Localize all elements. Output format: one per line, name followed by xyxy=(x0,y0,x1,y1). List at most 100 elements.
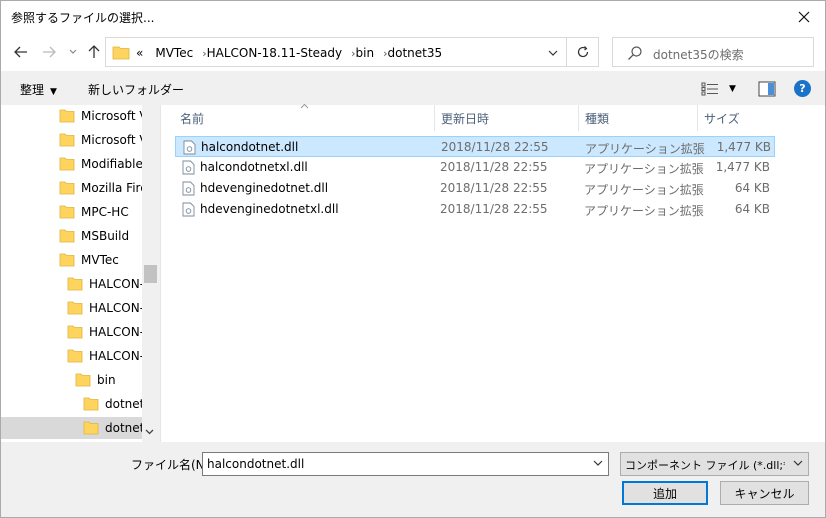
folder-icon xyxy=(83,421,99,435)
tree-item[interactable]: HALCON- xyxy=(67,273,142,295)
file-dialog: 参照するファイルの選択... « MVTec › HALCON-18.11-St… xyxy=(0,0,826,518)
column-header-date[interactable]: 更新日時 xyxy=(441,105,489,131)
filetype-value: コンポーネント ファイル (*.dll;*.tlb;*. xyxy=(625,459,785,472)
up-button[interactable] xyxy=(84,42,104,62)
tree-item-label: bin xyxy=(97,373,116,387)
chevron-down-icon xyxy=(793,458,803,469)
folder-icon xyxy=(83,397,99,411)
tree-item[interactable]: MSBuild xyxy=(59,225,142,247)
navigation-tree: Microsoft V Microsoft V ModifiableW Mozi… xyxy=(1,105,159,442)
tree-item[interactable]: HALCON- xyxy=(67,321,142,343)
folder-icon xyxy=(59,229,75,243)
back-button[interactable] xyxy=(11,42,31,62)
scroll-down-icon[interactable] xyxy=(145,428,154,438)
chevron-down-icon xyxy=(548,50,558,56)
tree-scrollbar[interactable] xyxy=(142,105,159,442)
search-placeholder: dotnet35の検索 xyxy=(653,48,744,62)
breadcrumb-overflow[interactable]: « xyxy=(136,46,143,60)
column-header-type[interactable]: 種類 xyxy=(585,105,609,131)
folder-icon xyxy=(59,157,75,171)
column-header-label: 名前 xyxy=(180,111,205,126)
title-bar: 参照するファイルの選択... xyxy=(1,1,825,33)
address-bar[interactable]: « MVTec › HALCON-18.11-Steady › bin › do… xyxy=(105,37,567,67)
add-button[interactable]: 追加 xyxy=(622,481,708,505)
folder-icon xyxy=(59,109,75,123)
tree-item[interactable]: HALCON- xyxy=(67,345,142,367)
folder-icon xyxy=(59,253,75,267)
tree-item[interactable]: Microsoft V xyxy=(59,105,142,127)
file-list: 名前 更新日時 種類 サイズ halcondotnet.dll 2018/11/… xyxy=(160,103,825,442)
column-header-name[interactable]: 名前 xyxy=(180,105,204,131)
column-divider[interactable] xyxy=(578,105,579,131)
tree-item[interactable]: Mozilla Firet xyxy=(59,177,142,199)
arrow-left-icon xyxy=(14,46,27,58)
help-button[interactable]: ? xyxy=(794,80,811,97)
file-row[interactable]: hdevenginedotnetxl.dll 2018/11/28 22:55 … xyxy=(175,199,775,220)
dll-file-icon xyxy=(182,181,195,196)
file-type: アプリケーション拡張 xyxy=(584,204,704,218)
tree-item[interactable]: bin xyxy=(75,369,142,391)
tree-item-label: MVTec xyxy=(81,253,119,267)
tree-item-label: HALCON- xyxy=(89,301,142,315)
tree-item-label: Microsoft V xyxy=(81,109,142,123)
cancel-button[interactable]: キャンセル xyxy=(720,481,809,505)
column-header-size[interactable]: サイズ xyxy=(704,105,740,131)
file-type: アプリケーション拡張 xyxy=(584,183,704,197)
tree-item-label: HALCON- xyxy=(89,349,142,363)
column-header-label: 更新日時 xyxy=(441,111,490,126)
chevron-down-icon[interactable] xyxy=(593,458,603,469)
refresh-button[interactable] xyxy=(567,37,599,67)
file-name: hdevenginedotnet.dll xyxy=(200,181,329,195)
filetype-select[interactable]: コンポーネント ファイル (*.dll;*.tlb;*. xyxy=(620,452,809,476)
tree-item[interactable]: MVTec xyxy=(59,249,142,271)
folder-icon xyxy=(67,301,83,315)
chevron-down-icon xyxy=(69,49,77,54)
tree-item[interactable]: ModifiableW xyxy=(59,153,142,175)
file-type: アプリケーション拡張 xyxy=(584,162,704,176)
folder-icon xyxy=(112,46,130,60)
breadcrumb-mvtec[interactable]: MVTec xyxy=(155,46,193,60)
file-row[interactable]: halcondotnetxl.dll 2018/11/28 22:55 アプリケ… xyxy=(175,157,775,178)
folder-icon xyxy=(67,349,83,363)
arrow-up-icon xyxy=(88,45,100,58)
new-folder-button[interactable]: 新しいフォルダー xyxy=(88,81,184,98)
scrollbar-thumb[interactable] xyxy=(144,265,157,283)
tree-item[interactable]: dotnet2 xyxy=(83,393,142,415)
address-dropdown-button[interactable] xyxy=(548,46,558,59)
close-button[interactable] xyxy=(781,1,825,33)
tree-item-label: dotnet3 xyxy=(105,421,142,435)
file-type: アプリケーション拡張 xyxy=(585,142,705,156)
column-divider[interactable] xyxy=(697,105,698,131)
breadcrumb-bin[interactable]: bin xyxy=(356,46,375,60)
breadcrumb-dotnet35[interactable]: dotnet35 xyxy=(387,46,442,60)
change-view-button[interactable]: ▼ xyxy=(701,80,741,98)
refresh-icon xyxy=(577,46,588,58)
folder-icon xyxy=(59,205,75,219)
filename-value: halcondotnet.dll xyxy=(207,457,305,471)
file-row-selected[interactable]: halcondotnet.dll 2018/11/28 22:55 アプリケーシ… xyxy=(175,136,775,157)
folder-icon xyxy=(75,373,91,387)
dll-file-icon xyxy=(182,202,195,217)
forward-button[interactable] xyxy=(39,42,59,62)
search-icon xyxy=(628,46,642,60)
search-box[interactable]: dotnet35の検索 xyxy=(612,37,814,67)
organize-button[interactable]: 整理 ▼ xyxy=(20,81,57,98)
tree-item[interactable]: MPC-HC xyxy=(59,201,142,223)
tree-item[interactable]: Microsoft V xyxy=(59,129,142,151)
file-name: halcondotnetxl.dll xyxy=(200,160,308,174)
preview-pane-icon[interactable] xyxy=(758,81,776,97)
caret-down-icon: ▼ xyxy=(50,87,57,97)
column-divider[interactable] xyxy=(434,105,435,131)
tree-item-selected[interactable]: dotnet3 xyxy=(1,417,142,439)
tree-item-label: MPC-HC xyxy=(81,205,129,219)
file-name: hdevenginedotnetxl.dll xyxy=(200,202,339,216)
tree-item-label: ModifiableW xyxy=(81,157,142,171)
file-size: 64 KB xyxy=(734,181,770,195)
breadcrumb-halcon[interactable]: HALCON-18.11-Steady xyxy=(207,46,343,60)
filename-input[interactable]: halcondotnet.dll xyxy=(202,452,609,476)
organize-label: 整理 xyxy=(20,83,45,97)
file-row[interactable]: hdevenginedotnet.dll 2018/11/28 22:55 アプ… xyxy=(175,178,775,199)
recent-locations-button[interactable] xyxy=(63,42,83,62)
folder-icon xyxy=(59,133,75,147)
tree-item[interactable]: HALCON- xyxy=(67,297,142,319)
